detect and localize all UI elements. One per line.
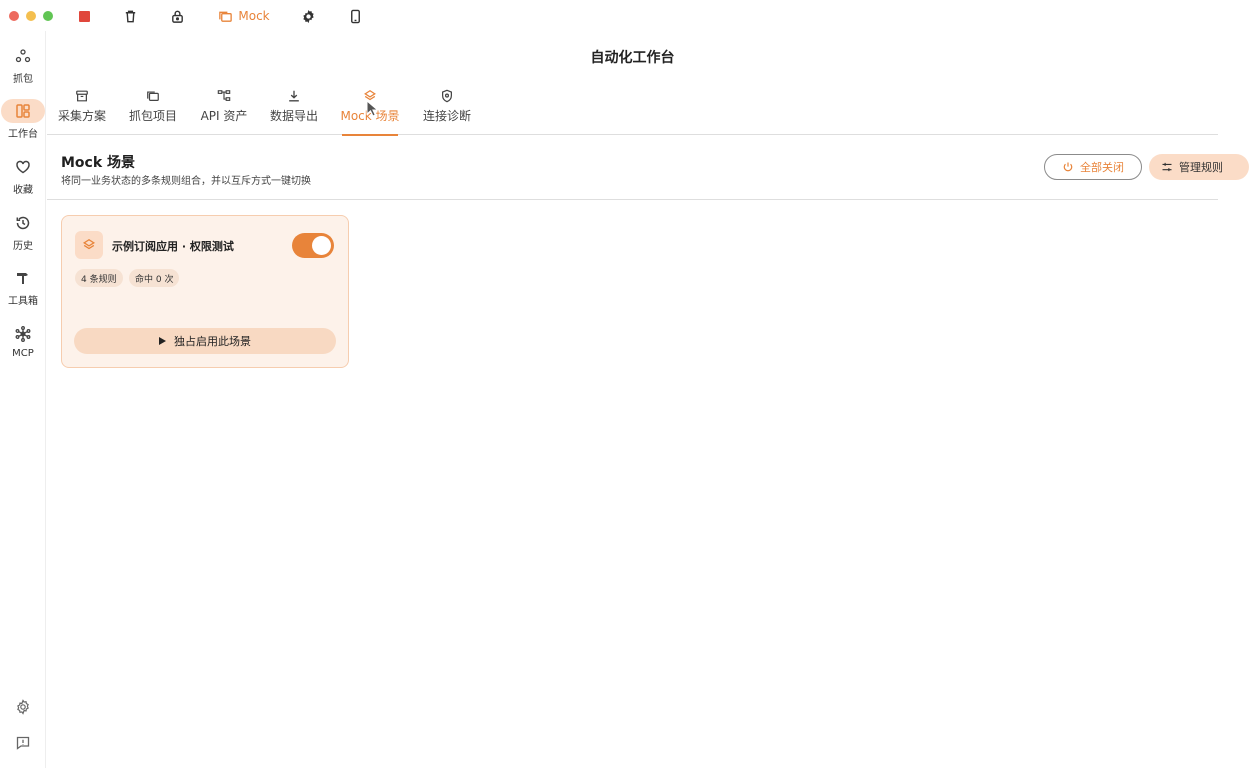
download-icon — [289, 90, 299, 102]
mock-toolbar-label: Mock — [238, 9, 270, 23]
exclusive-enable-label: 独占启用此场景 — [174, 335, 251, 348]
rail-label: 抓包 — [13, 74, 33, 85]
dashboard-icon — [1, 99, 45, 123]
close-window-button[interactable] — [9, 10, 19, 21]
manage-rules-label: 管理规则 — [1179, 161, 1223, 174]
tab-collection-plans[interactable]: 采集方案 — [58, 87, 107, 135]
archive-icon — [76, 90, 88, 102]
sliders-icon — [1162, 162, 1172, 172]
tab-capture-projects[interactable]: 抓包项目 — [129, 87, 178, 135]
heart-icon — [1, 155, 45, 179]
shield-icon — [442, 89, 452, 103]
main-content: 自动化工作台 采集方案 抓包项目 API 资产 数据导出 Mock 场景 连接诊… — [47, 31, 1249, 768]
manage-rules-button[interactable]: 管理规则 — [1149, 154, 1249, 180]
power-icon — [1063, 162, 1073, 172]
zoom-window-button[interactable] — [43, 10, 53, 21]
device-button[interactable] — [345, 6, 365, 26]
lock-icon — [171, 10, 183, 23]
gear-icon — [1, 695, 45, 719]
rail-item-capture[interactable]: 抓包 — [0, 44, 46, 85]
rail-item-favorites[interactable]: 收藏 — [0, 155, 46, 196]
folders-icon — [219, 11, 233, 22]
close-all-label: 全部关闭 — [1080, 161, 1124, 174]
scenario-title: 示例订阅应用 · 权限测试 — [112, 240, 234, 253]
tab-label: API 资产 — [200, 109, 248, 123]
section-title: Mock 场景 — [61, 155, 136, 171]
rail-label: 收藏 — [13, 185, 33, 196]
rail-label: 工具箱 — [8, 296, 38, 307]
exclusive-enable-button[interactable]: 独占启用此场景 — [74, 328, 336, 354]
trash-icon — [125, 10, 135, 22]
scenario-card: 示例订阅应用 · 权限测试 4 条规则 命中 0 次 独占启用此场景 — [61, 215, 349, 368]
rail-feedback-button[interactable] — [0, 731, 46, 755]
hammer-icon — [1, 266, 45, 290]
scenario-toggle[interactable] — [292, 233, 334, 258]
rail-item-history[interactable]: 历史 — [0, 211, 46, 252]
section-header: Mock 场景 将同一业务状态的多条规则组合，并以互斥方式一键切换 全部关闭 管… — [47, 135, 1249, 200]
title-bar: Mock — [0, 0, 1218, 31]
window-controls — [9, 10, 53, 21]
clear-button[interactable] — [120, 6, 140, 26]
tab-api-assets[interactable]: API 资产 — [201, 87, 247, 135]
rail-label: MCP — [12, 348, 34, 359]
tab-label: 采集方案 — [58, 109, 107, 123]
mock-toolbar-button[interactable]: Mock — [216, 6, 272, 26]
tab-label: 数据导出 — [270, 109, 319, 123]
stop-capture-button[interactable] — [74, 6, 94, 26]
close-all-button[interactable]: 全部关闭 — [1044, 154, 1142, 180]
folders-icon — [147, 91, 159, 101]
rail-settings-button[interactable] — [0, 695, 46, 719]
tree-icon — [217, 90, 231, 101]
phone-icon — [350, 9, 360, 23]
lock-button[interactable] — [167, 6, 187, 26]
rail-label: 工作台 — [8, 129, 38, 140]
layers-icon — [75, 231, 103, 259]
tab-data-export[interactable]: 数据导出 — [270, 87, 319, 135]
network-icon — [1, 322, 45, 346]
rail-item-toolbox[interactable]: 工具箱 — [0, 266, 46, 307]
nodes-icon — [1, 44, 45, 68]
stop-icon — [78, 10, 90, 22]
tab-connection-diagnostics[interactable]: 连接诊断 — [423, 87, 472, 135]
side-rail: 抓包 工作台 收藏 历史 工具箱 MCP — [0, 31, 46, 768]
rules-count-badge: 4 条规则 — [75, 269, 123, 287]
play-icon — [159, 337, 166, 345]
settings-toolbar-button[interactable] — [298, 6, 318, 26]
rail-label: 历史 — [13, 241, 33, 252]
app-window: Mock 抓包 工作台 收藏 历史 工具箱 MCP 自动化工作台 采集方案 抓包… — [0, 0, 1260, 768]
mouse-cursor-icon — [366, 100, 379, 117]
tab-label: 抓包项目 — [129, 109, 178, 123]
feedback-icon — [1, 731, 45, 755]
gear-icon — [302, 9, 314, 23]
minimize-window-button[interactable] — [26, 10, 36, 21]
tab-bar: 采集方案 抓包项目 API 资产 数据导出 Mock 场景 连接诊断 — [47, 87, 1218, 136]
section-subtitle: 将同一业务状态的多条规则组合，并以互斥方式一键切换 — [61, 176, 311, 187]
rail-item-mcp[interactable]: MCP — [0, 322, 46, 359]
hit-count-badge: 命中 0 次 — [129, 269, 180, 287]
page-title: 自动化工作台 — [590, 50, 675, 66]
toggle-knob — [312, 236, 331, 255]
rail-item-workbench[interactable]: 工作台 — [0, 99, 46, 140]
history-icon — [1, 211, 45, 235]
tab-label: 连接诊断 — [423, 109, 472, 123]
